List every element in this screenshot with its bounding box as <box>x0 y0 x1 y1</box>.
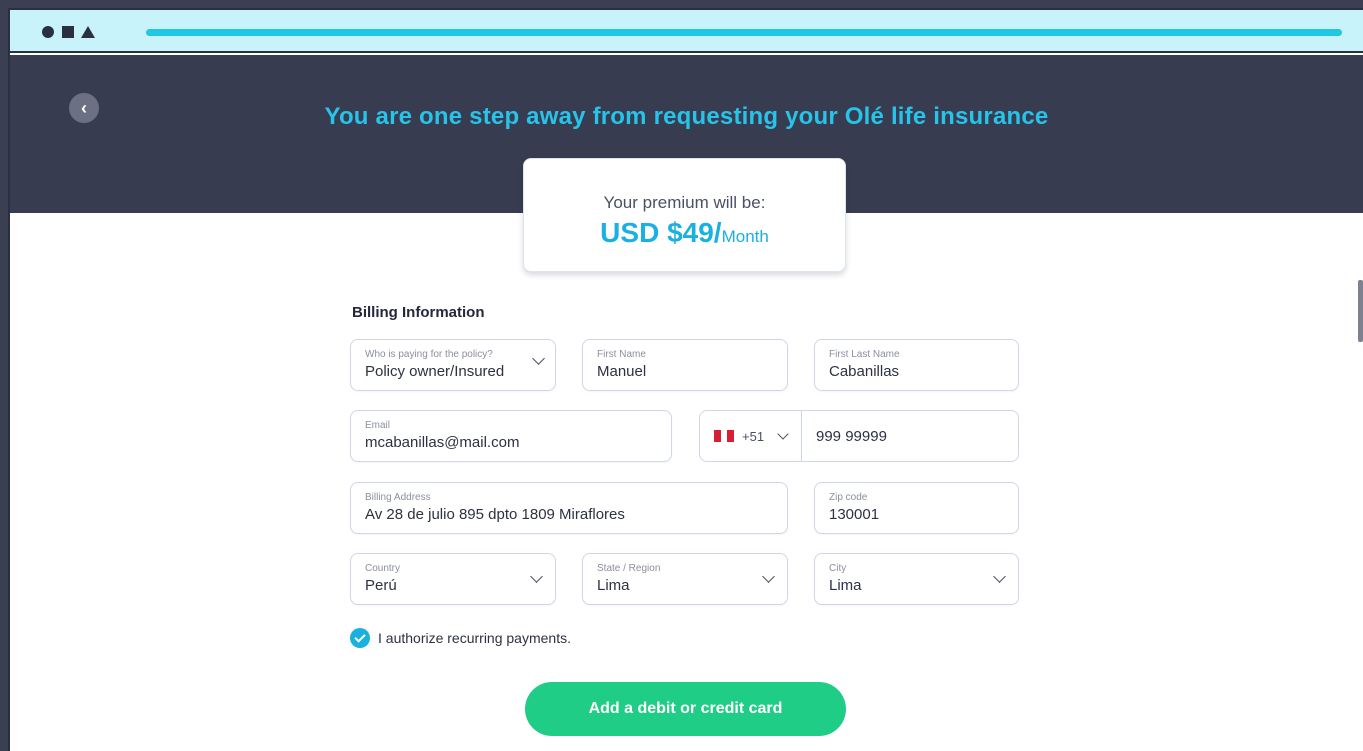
first-name-label: First Name <box>597 349 646 360</box>
chevron-down-icon <box>777 428 789 440</box>
country-code-select[interactable]: +51 <box>700 411 802 461</box>
premium-label: Your premium will be: <box>603 193 766 212</box>
recurring-payments-label: I authorize recurring payments. <box>378 630 571 646</box>
last-name-field[interactable]: First Last Name Cabanillas <box>814 339 1019 391</box>
first-name-field[interactable]: First Name Manuel <box>582 339 788 391</box>
phone-number-input[interactable]: 999 99999 <box>816 428 887 445</box>
email-field[interactable]: Email mcabanillas@mail.com <box>350 410 672 462</box>
last-name-label: First Last Name <box>829 349 900 360</box>
chevron-down-icon <box>530 570 543 583</box>
state-label: State / Region <box>597 563 661 574</box>
email-value: mcabanillas@mail.com <box>365 434 520 451</box>
payer-label: Who is paying for the policy? <box>365 349 493 360</box>
chevron-down-icon <box>993 570 1006 583</box>
add-card-button[interactable]: Add a debit or credit card <box>525 682 846 736</box>
page-title: You are one step away from requesting yo… <box>324 103 1049 130</box>
premium-amount: USD $49/Month <box>524 217 845 249</box>
billing-address-value: Av 28 de julio 895 dpto 1809 Miraflores <box>365 506 625 523</box>
browser-window: ‹ You are one step away from requesting … <box>8 8 1363 751</box>
zip-code-field[interactable]: Zip code 130001 <box>814 482 1019 534</box>
chevron-down-icon <box>532 352 545 365</box>
premium-period: Month <box>721 227 769 246</box>
zip-code-value: 130001 <box>829 506 880 523</box>
email-label: Email <box>365 420 391 431</box>
billing-address-label: Billing Address <box>365 492 431 503</box>
triangle-icon[interactable] <box>81 26 95 38</box>
billing-section-title: Billing Information <box>352 304 485 321</box>
circle-icon[interactable] <box>42 26 54 38</box>
city-select[interactable]: City Lima <box>814 553 1019 605</box>
city-value: Lima <box>829 577 862 594</box>
chevron-down-icon <box>762 570 775 583</box>
first-name-value: Manuel <box>597 363 647 380</box>
recurring-payments-checkbox[interactable]: I authorize recurring payments. <box>350 628 571 648</box>
browser-toolbar <box>10 10 1363 53</box>
state-select[interactable]: State / Region Lima <box>582 553 788 605</box>
payer-value: Policy owner/Insured <box>365 363 505 380</box>
billing-address-field[interactable]: Billing Address Av 28 de julio 895 dpto … <box>350 482 788 534</box>
premium-card: Your premium will be: USD $49/Month <box>523 158 846 272</box>
scrollbar[interactable] <box>1358 280 1363 342</box>
payer-select[interactable]: Who is paying for the policy? Policy own… <box>350 339 556 391</box>
city-label: City <box>829 563 847 574</box>
phone-field: +51 999 99999 <box>699 410 1019 462</box>
last-name-value: Cabanillas <box>829 363 900 380</box>
state-value: Lima <box>597 577 630 594</box>
zip-code-label: Zip code <box>829 492 868 503</box>
country-value: Perú <box>365 577 397 594</box>
country-code: +51 <box>742 429 765 444</box>
country-select[interactable]: Country Perú <box>350 553 556 605</box>
peru-flag-icon <box>714 430 735 442</box>
address-bar[interactable] <box>146 29 1342 36</box>
country-label: Country <box>365 563 401 574</box>
square-icon[interactable] <box>62 26 74 38</box>
premium-price: USD $49/ <box>600 217 722 248</box>
checkmark-icon[interactable] <box>350 628 370 648</box>
